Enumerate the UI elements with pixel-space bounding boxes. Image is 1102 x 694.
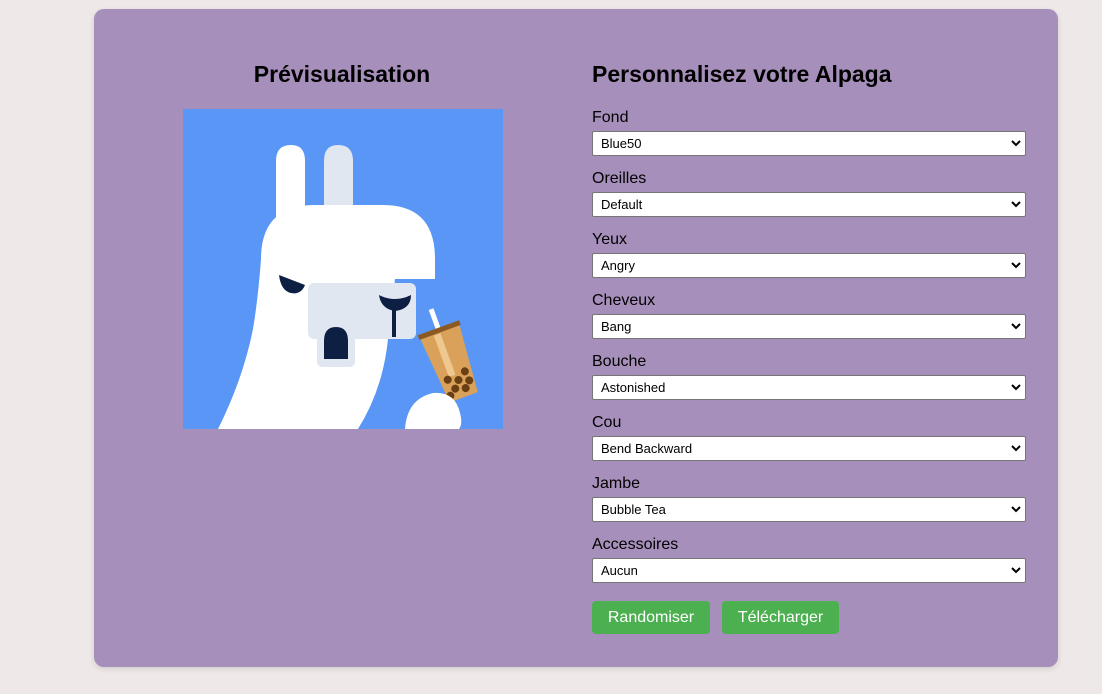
field-bouche: Bouche Astonished <box>592 352 1026 400</box>
alpaca-generator-card: Prévisualisation Personnalisez votre Alp… <box>94 9 1058 667</box>
fond-select[interactable]: Blue50 <box>592 131 1026 156</box>
download-button[interactable]: Télécharger <box>722 601 839 634</box>
accessoires-label: Accessoires <box>592 536 679 553</box>
field-cheveux: Cheveux Bang <box>592 291 1026 339</box>
yeux-select-value: Angry <box>601 258 635 273</box>
chevron-down-icon <box>1011 567 1021 574</box>
chevron-down-icon <box>1011 262 1021 269</box>
cou-select-value: Bend Backward <box>601 441 693 456</box>
bouche-select-value: Astonished <box>601 380 666 395</box>
preview-title: Prévisualisation <box>253 61 431 87</box>
customize-title: Personnalisez votre Alpaga <box>592 61 892 87</box>
cheveux-select-value: Bang <box>601 319 632 334</box>
jambe-select-value: Bubble Tea <box>601 502 666 517</box>
cheveux-label: Cheveux <box>592 292 656 309</box>
jambe-label: Jambe <box>592 475 641 492</box>
oreilles-label: Oreilles <box>592 170 647 187</box>
cou-select[interactable]: Bend Backward <box>592 436 1026 461</box>
field-accessoires: Accessoires Aucun <box>592 535 1026 583</box>
accessoires-select-value: Aucun <box>601 563 638 578</box>
field-cou: Cou Bend Backward <box>592 413 1026 461</box>
accessoires-select[interactable]: Aucun <box>592 558 1026 583</box>
field-fond: Fond Blue50 <box>592 108 1026 156</box>
field-yeux: Yeux Angry <box>592 230 1026 278</box>
oreilles-select-value: Default <box>601 197 643 212</box>
alpaca-preview-image <box>183 109 503 429</box>
chevron-down-icon <box>1011 506 1021 513</box>
jambe-select[interactable]: Bubble Tea <box>592 497 1026 522</box>
chevron-down-icon <box>1011 384 1021 391</box>
field-oreilles: Oreilles Default <box>592 169 1026 217</box>
bouche-select[interactable]: Astonished <box>592 375 1026 400</box>
field-jambe: Jambe Bubble Tea <box>592 474 1026 522</box>
fond-select-value: Blue50 <box>601 136 642 151</box>
cou-label: Cou <box>592 414 622 431</box>
cheveux-select[interactable]: Bang <box>592 314 1026 339</box>
chevron-down-icon <box>1011 140 1021 147</box>
chevron-down-icon <box>1011 201 1021 208</box>
randomize-button[interactable]: Randomiser <box>592 601 710 634</box>
chevron-down-icon <box>1011 323 1021 330</box>
chevron-down-icon <box>1011 445 1021 452</box>
fond-label: Fond <box>592 109 629 126</box>
yeux-label: Yeux <box>592 231 627 248</box>
bouche-label: Bouche <box>592 353 647 370</box>
yeux-select[interactable]: Angry <box>592 253 1026 278</box>
oreilles-select[interactable]: Default <box>592 192 1026 217</box>
